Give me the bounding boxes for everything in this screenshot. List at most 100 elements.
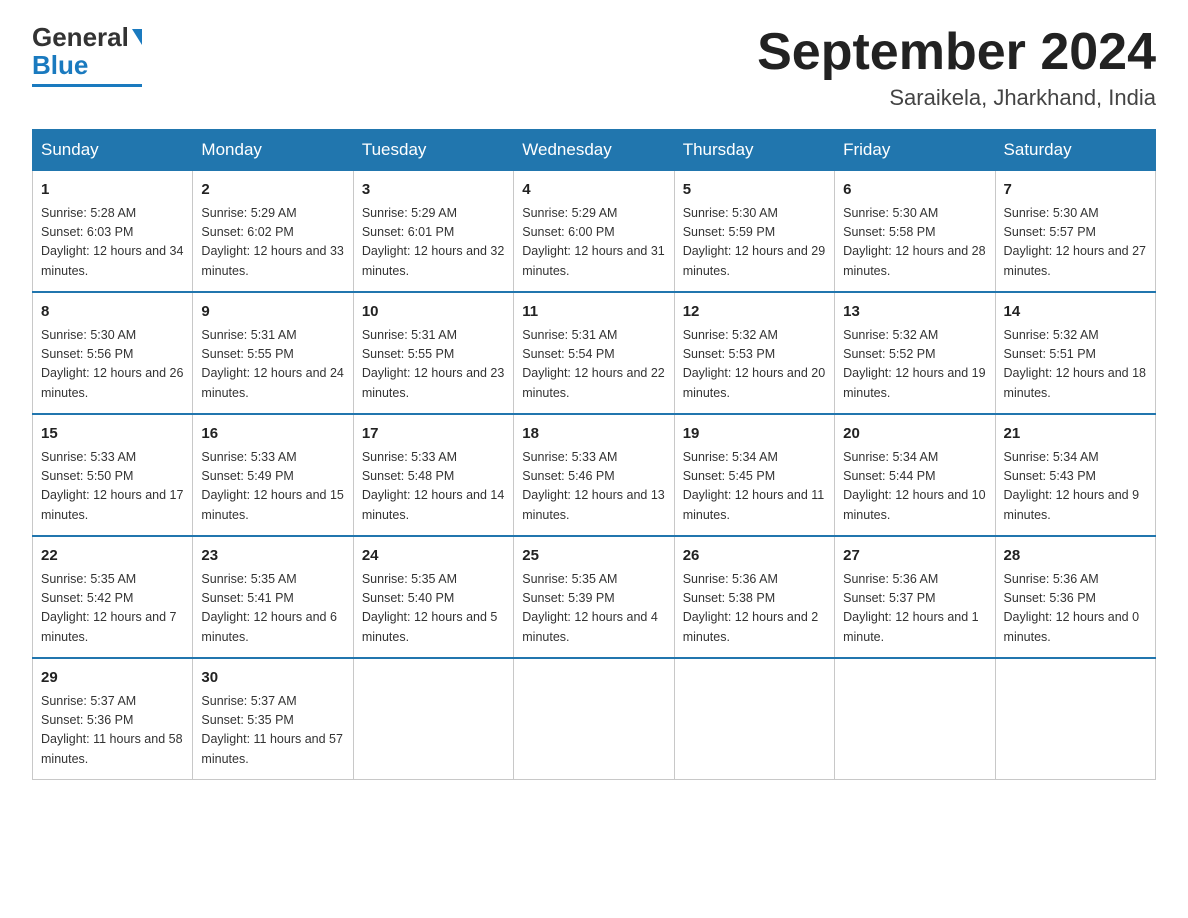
weekday-header-sunday: Sunday xyxy=(33,130,193,171)
day-info: Sunrise: 5:29 AMSunset: 6:01 PMDaylight:… xyxy=(362,204,505,282)
calendar-cell: 4Sunrise: 5:29 AMSunset: 6:00 PMDaylight… xyxy=(514,171,674,293)
day-number: 4 xyxy=(522,179,665,202)
calendar-cell: 23Sunrise: 5:35 AMSunset: 5:41 PMDayligh… xyxy=(193,536,353,658)
calendar-cell: 6Sunrise: 5:30 AMSunset: 5:58 PMDaylight… xyxy=(835,171,995,293)
day-number: 26 xyxy=(683,545,826,568)
calendar-cell: 5Sunrise: 5:30 AMSunset: 5:59 PMDaylight… xyxy=(674,171,834,293)
calendar-cell: 12Sunrise: 5:32 AMSunset: 5:53 PMDayligh… xyxy=(674,292,834,414)
calendar-week-row: 8Sunrise: 5:30 AMSunset: 5:56 PMDaylight… xyxy=(33,292,1156,414)
calendar-week-row: 29Sunrise: 5:37 AMSunset: 5:36 PMDayligh… xyxy=(33,658,1156,780)
day-info: Sunrise: 5:31 AMSunset: 5:55 PMDaylight:… xyxy=(362,326,505,404)
calendar-cell xyxy=(353,658,513,780)
day-info: Sunrise: 5:31 AMSunset: 5:54 PMDaylight:… xyxy=(522,326,665,404)
day-number: 29 xyxy=(41,667,184,690)
calendar-cell: 18Sunrise: 5:33 AMSunset: 5:46 PMDayligh… xyxy=(514,414,674,536)
day-number: 15 xyxy=(41,423,184,446)
day-info: Sunrise: 5:30 AMSunset: 5:57 PMDaylight:… xyxy=(1004,204,1147,282)
day-info: Sunrise: 5:30 AMSunset: 5:58 PMDaylight:… xyxy=(843,204,986,282)
calendar-header-row: SundayMondayTuesdayWednesdayThursdayFrid… xyxy=(33,130,1156,171)
calendar-week-row: 1Sunrise: 5:28 AMSunset: 6:03 PMDaylight… xyxy=(33,171,1156,293)
weekday-header-saturday: Saturday xyxy=(995,130,1155,171)
day-number: 6 xyxy=(843,179,986,202)
day-info: Sunrise: 5:28 AMSunset: 6:03 PMDaylight:… xyxy=(41,204,184,282)
day-info: Sunrise: 5:34 AMSunset: 5:43 PMDaylight:… xyxy=(1004,448,1147,526)
calendar-cell: 22Sunrise: 5:35 AMSunset: 5:42 PMDayligh… xyxy=(33,536,193,658)
day-number: 9 xyxy=(201,301,344,324)
logo: General Blue xyxy=(32,24,142,87)
calendar-week-row: 15Sunrise: 5:33 AMSunset: 5:50 PMDayligh… xyxy=(33,414,1156,536)
calendar-cell xyxy=(995,658,1155,780)
day-number: 2 xyxy=(201,179,344,202)
calendar-cell: 8Sunrise: 5:30 AMSunset: 5:56 PMDaylight… xyxy=(33,292,193,414)
calendar-cell: 30Sunrise: 5:37 AMSunset: 5:35 PMDayligh… xyxy=(193,658,353,780)
day-info: Sunrise: 5:32 AMSunset: 5:52 PMDaylight:… xyxy=(843,326,986,404)
day-number: 11 xyxy=(522,301,665,324)
calendar-cell: 16Sunrise: 5:33 AMSunset: 5:49 PMDayligh… xyxy=(193,414,353,536)
calendar-cell: 25Sunrise: 5:35 AMSunset: 5:39 PMDayligh… xyxy=(514,536,674,658)
day-number: 18 xyxy=(522,423,665,446)
calendar-cell: 24Sunrise: 5:35 AMSunset: 5:40 PMDayligh… xyxy=(353,536,513,658)
day-info: Sunrise: 5:29 AMSunset: 6:02 PMDaylight:… xyxy=(201,204,344,282)
calendar-cell xyxy=(674,658,834,780)
calendar-cell: 20Sunrise: 5:34 AMSunset: 5:44 PMDayligh… xyxy=(835,414,995,536)
page-header: General Blue September 2024 Saraikela, J… xyxy=(32,24,1156,111)
day-info: Sunrise: 5:30 AMSunset: 5:56 PMDaylight:… xyxy=(41,326,184,404)
day-number: 21 xyxy=(1004,423,1147,446)
day-number: 14 xyxy=(1004,301,1147,324)
day-number: 10 xyxy=(362,301,505,324)
calendar-cell: 7Sunrise: 5:30 AMSunset: 5:57 PMDaylight… xyxy=(995,171,1155,293)
calendar-cell: 1Sunrise: 5:28 AMSunset: 6:03 PMDaylight… xyxy=(33,171,193,293)
calendar-cell: 9Sunrise: 5:31 AMSunset: 5:55 PMDaylight… xyxy=(193,292,353,414)
day-number: 3 xyxy=(362,179,505,202)
day-info: Sunrise: 5:33 AMSunset: 5:49 PMDaylight:… xyxy=(201,448,344,526)
calendar-cell: 28Sunrise: 5:36 AMSunset: 5:36 PMDayligh… xyxy=(995,536,1155,658)
calendar-cell: 14Sunrise: 5:32 AMSunset: 5:51 PMDayligh… xyxy=(995,292,1155,414)
day-info: Sunrise: 5:35 AMSunset: 5:42 PMDaylight:… xyxy=(41,570,184,648)
day-number: 20 xyxy=(843,423,986,446)
weekday-header-monday: Monday xyxy=(193,130,353,171)
day-info: Sunrise: 5:35 AMSunset: 5:41 PMDaylight:… xyxy=(201,570,344,648)
day-info: Sunrise: 5:36 AMSunset: 5:36 PMDaylight:… xyxy=(1004,570,1147,648)
day-info: Sunrise: 5:36 AMSunset: 5:37 PMDaylight:… xyxy=(843,570,986,648)
day-number: 13 xyxy=(843,301,986,324)
day-number: 30 xyxy=(201,667,344,690)
day-info: Sunrise: 5:32 AMSunset: 5:51 PMDaylight:… xyxy=(1004,326,1147,404)
calendar-cell: 21Sunrise: 5:34 AMSunset: 5:43 PMDayligh… xyxy=(995,414,1155,536)
day-info: Sunrise: 5:29 AMSunset: 6:00 PMDaylight:… xyxy=(522,204,665,282)
calendar-cell xyxy=(514,658,674,780)
day-number: 1 xyxy=(41,179,184,202)
day-info: Sunrise: 5:30 AMSunset: 5:59 PMDaylight:… xyxy=(683,204,826,282)
calendar-cell: 15Sunrise: 5:33 AMSunset: 5:50 PMDayligh… xyxy=(33,414,193,536)
day-number: 23 xyxy=(201,545,344,568)
day-number: 28 xyxy=(1004,545,1147,568)
calendar-cell xyxy=(835,658,995,780)
day-number: 7 xyxy=(1004,179,1147,202)
logo-blue: Blue xyxy=(32,50,88,81)
day-number: 25 xyxy=(522,545,665,568)
calendar-table: SundayMondayTuesdayWednesdayThursdayFrid… xyxy=(32,129,1156,780)
calendar-cell: 17Sunrise: 5:33 AMSunset: 5:48 PMDayligh… xyxy=(353,414,513,536)
calendar-cell: 3Sunrise: 5:29 AMSunset: 6:01 PMDaylight… xyxy=(353,171,513,293)
weekday-header-tuesday: Tuesday xyxy=(353,130,513,171)
day-info: Sunrise: 5:32 AMSunset: 5:53 PMDaylight:… xyxy=(683,326,826,404)
day-info: Sunrise: 5:37 AMSunset: 5:36 PMDaylight:… xyxy=(41,692,184,770)
calendar-cell: 29Sunrise: 5:37 AMSunset: 5:36 PMDayligh… xyxy=(33,658,193,780)
day-info: Sunrise: 5:34 AMSunset: 5:44 PMDaylight:… xyxy=(843,448,986,526)
weekday-header-wednesday: Wednesday xyxy=(514,130,674,171)
title-block: September 2024 Saraikela, Jharkhand, Ind… xyxy=(757,24,1156,111)
day-info: Sunrise: 5:37 AMSunset: 5:35 PMDaylight:… xyxy=(201,692,344,770)
weekday-header-friday: Friday xyxy=(835,130,995,171)
day-info: Sunrise: 5:34 AMSunset: 5:45 PMDaylight:… xyxy=(683,448,826,526)
day-info: Sunrise: 5:35 AMSunset: 5:40 PMDaylight:… xyxy=(362,570,505,648)
logo-text: General xyxy=(32,24,142,50)
day-number: 12 xyxy=(683,301,826,324)
day-number: 16 xyxy=(201,423,344,446)
day-info: Sunrise: 5:31 AMSunset: 5:55 PMDaylight:… xyxy=(201,326,344,404)
day-number: 19 xyxy=(683,423,826,446)
calendar-cell: 11Sunrise: 5:31 AMSunset: 5:54 PMDayligh… xyxy=(514,292,674,414)
logo-divider xyxy=(32,84,142,87)
calendar-cell: 2Sunrise: 5:29 AMSunset: 6:02 PMDaylight… xyxy=(193,171,353,293)
weekday-header-thursday: Thursday xyxy=(674,130,834,171)
calendar-cell: 27Sunrise: 5:36 AMSunset: 5:37 PMDayligh… xyxy=(835,536,995,658)
day-info: Sunrise: 5:36 AMSunset: 5:38 PMDaylight:… xyxy=(683,570,826,648)
